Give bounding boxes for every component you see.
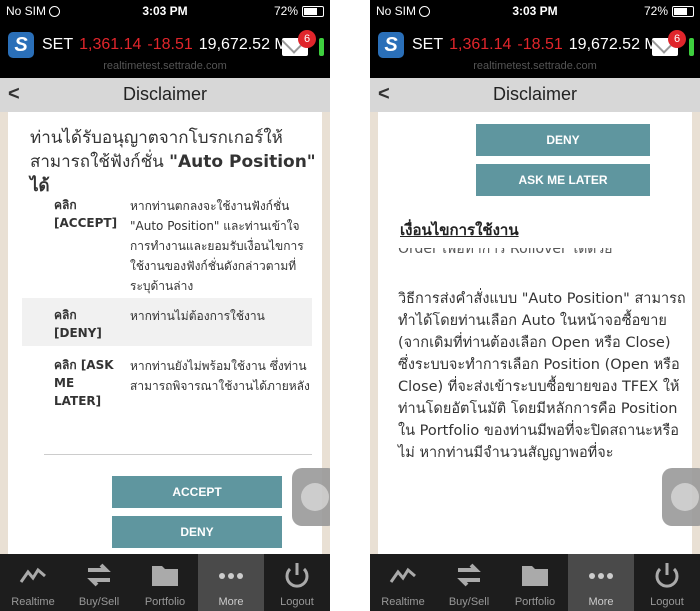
tab-label: Portfolio: [144, 596, 186, 608]
tab-bar: Realtime Buy/Sell Portfolio More Logout: [0, 554, 330, 611]
tab-logout[interactable]: Logout: [264, 554, 330, 611]
option-key: คลิก [DENY]: [54, 308, 102, 340]
buy-sell-arrows-icon: [87, 563, 111, 587]
phone-screen-left: No SIM 3:03 PM 72% S SET 1,361.14 -18.51 19…: [0, 0, 330, 611]
phone-screen-right: No SIM 3:03 PM 72% S SET 1,361.14 -18.51 19…: [370, 0, 700, 611]
ticker-bar[interactable]: S SET 1,361.14 -18.51 19,672.52 M realtimet…: [0, 22, 330, 78]
page-title: Disclaimer: [122, 84, 207, 104]
status-bar: No SIM 3:03 PM 72%: [370, 0, 700, 22]
tab-label: Logout: [280, 596, 314, 608]
option-row-ask-later: คลิก [ASK ME LATER] หากท่านยังไม่พร้อมใช…: [22, 356, 312, 436]
tab-portfolio[interactable]: Portfolio: [502, 554, 568, 611]
option-desc: หากท่านยังไม่พร้อมใช้งาน ซึ่งท่านสามารถพ…: [130, 359, 310, 393]
portfolio-folder-icon: [522, 566, 548, 586]
power-icon: [285, 563, 309, 588]
disclaimer-content[interactable]: ท่านได้รับอนุญาตจากโบรกเกอร์ให้สามารถใช้…: [0, 112, 330, 554]
index-value: 1,361.14: [449, 36, 512, 53]
disclaimer-card: ท่านได้รับอนุญาตจากโบรกเกอร์ให้สามารถใช้…: [8, 112, 322, 554]
tab-label: Realtime: [381, 596, 425, 608]
option-key: คลิก [ASK ME LATER]: [54, 358, 114, 408]
settrade-logo-icon: S: [378, 32, 404, 58]
portfolio-folder-icon: [152, 566, 178, 586]
tab-more[interactable]: More: [568, 554, 634, 611]
battery-label: 72%: [273, 4, 298, 18]
terms-heading: เงื่อนไขการใช้งาน: [400, 221, 519, 239]
tab-label: Realtime: [11, 596, 55, 608]
divider: [44, 454, 312, 455]
connection-indicator: [319, 38, 324, 56]
mail-badge: 6: [668, 30, 686, 48]
mail-badge: 6: [298, 30, 316, 48]
assistive-touch-button[interactable]: [662, 468, 700, 526]
tab-label: Buy/Sell: [448, 596, 490, 608]
nav-bar: < Disclaimer: [0, 78, 330, 112]
screenshot-gap: [330, 0, 370, 611]
disclaimer-content[interactable]: DENY ASK ME LATER เงื่อนไขการใช้งาน Orde…: [370, 112, 700, 554]
index-symbol: SET: [412, 36, 444, 53]
tab-label: More: [218, 596, 244, 608]
connection-indicator: [689, 38, 694, 56]
ask-me-later-button[interactable]: ASK ME LATER: [476, 164, 650, 196]
index-symbol: SET: [42, 36, 74, 53]
battery-icon: [672, 6, 694, 17]
index-line: SET 1,361.14 -18.51 19,672.52 M: [412, 36, 658, 54]
option-row-accept: คลิก [ACCEPT] หากท่านตกลงจะใช้งานฟังก์ชั…: [22, 196, 312, 296]
deny-button[interactable]: DENY: [476, 124, 650, 156]
battery-label: 72%: [643, 4, 668, 18]
server-domain: realtimetest.settrade.com: [103, 60, 227, 72]
battery-icon: [302, 6, 324, 17]
page-title: Disclaimer: [492, 84, 577, 104]
buy-sell-arrows-icon: [457, 563, 481, 587]
realtime-chart-icon: [19, 567, 46, 583]
ticker-bar[interactable]: S SET 1,361.14 -18.51 19,672.52 M realtimet…: [370, 22, 700, 78]
accept-button[interactable]: ACCEPT: [112, 476, 282, 508]
option-key: คลิก [ACCEPT]: [54, 198, 118, 230]
index-change: -18.51: [517, 36, 563, 53]
index-value: 1,361.14: [79, 36, 142, 53]
index-volume: 19,672.52 M: [568, 36, 658, 53]
index-volume: 19,672.52 M: [198, 36, 288, 53]
power-icon: [655, 563, 679, 588]
assistive-touch-button[interactable]: [292, 468, 330, 526]
option-desc: หากท่านไม่ต้องการใช้งาน: [130, 309, 265, 323]
tab-realtime[interactable]: Realtime: [370, 554, 436, 611]
tab-portfolio[interactable]: Portfolio: [132, 554, 198, 611]
tab-label: Portfolio: [514, 596, 556, 608]
more-dots-icon: [219, 573, 243, 579]
option-desc: หากท่านตกลงจะใช้งานฟังก์ชั่น "Auto Posit…: [130, 199, 304, 293]
server-domain: realtimetest.settrade.com: [473, 60, 597, 72]
tab-buy-sell[interactable]: Buy/Sell: [436, 554, 502, 611]
tab-label: Logout: [650, 596, 684, 608]
tab-label: More: [588, 596, 614, 608]
terms-body: วิธีการส่งคำสั่งแบบ "Auto Position" สามา…: [398, 291, 686, 461]
tab-buy-sell[interactable]: Buy/Sell: [66, 554, 132, 611]
tab-label: Buy/Sell: [78, 596, 120, 608]
tab-bar: Realtime Buy/Sell Portfolio More Logout: [370, 554, 700, 611]
settrade-logo-icon: S: [8, 32, 34, 58]
disclaimer-heading: ท่านได้รับอนุญาตจากโบรกเกอร์ให้สามารถใช้…: [30, 128, 316, 196]
index-line: SET 1,361.14 -18.51 19,672.52 M: [42, 36, 288, 54]
option-row-deny: คลิก [DENY] หากท่านไม่ต้องการใช้งาน: [22, 298, 312, 346]
status-bar: No SIM 3:03 PM 72%: [0, 0, 330, 22]
tab-logout[interactable]: Logout: [634, 554, 700, 611]
nav-bar: < Disclaimer: [370, 78, 700, 112]
index-change: -18.51: [147, 36, 193, 53]
tab-realtime[interactable]: Realtime: [0, 554, 66, 611]
realtime-chart-icon: [389, 567, 416, 583]
deny-button[interactable]: DENY: [112, 516, 282, 548]
more-dots-icon: [589, 573, 613, 579]
terms-partial-line: Order เพื่อทำการ Rollover ได้ด้วย: [398, 248, 613, 257]
disclaimer-card: DENY ASK ME LATER เงื่อนไขการใช้งาน Orde…: [378, 112, 692, 554]
tab-more[interactable]: More: [198, 554, 264, 611]
